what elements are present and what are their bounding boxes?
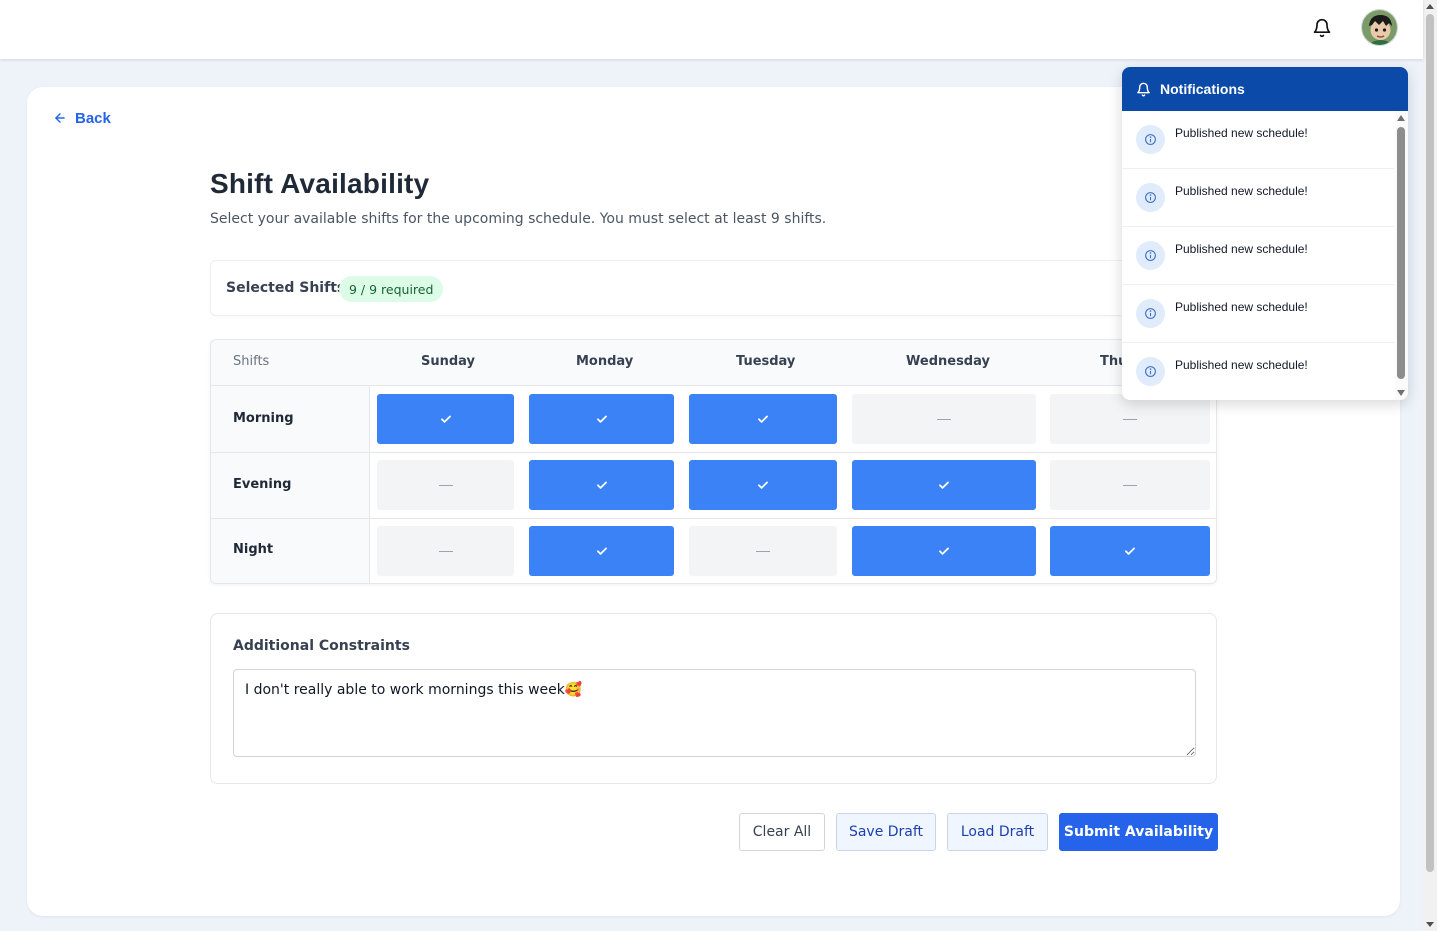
submit-availability-button[interactable]: Submit Availability: [1059, 813, 1218, 851]
day-header-sunday: Sunday: [421, 354, 476, 369]
clear-all-button[interactable]: Clear All: [739, 813, 825, 851]
notifications-scroll-thumb[interactable]: [1397, 127, 1405, 379]
notification-text: Published new schedule!: [1175, 358, 1308, 372]
row-label-night: Night: [211, 519, 370, 583]
notifications-scrollbar[interactable]: [1395, 111, 1408, 400]
selected-shifts-label: Selected Shifts:: [226, 280, 351, 296]
check-icon: [756, 412, 770, 426]
notifications-panel: Notifications Published new schedule! Pu…: [1122, 67, 1408, 400]
notifications-title: Notifications: [1160, 81, 1245, 97]
day-header-monday: Monday: [576, 354, 634, 369]
notification-text: Published new schedule!: [1175, 184, 1308, 198]
dash-icon: [438, 484, 453, 486]
check-icon: [439, 412, 453, 426]
info-icon: [1136, 183, 1165, 212]
shift-cell-evening-tuesday[interactable]: [689, 460, 837, 510]
info-icon: [1136, 299, 1165, 328]
notification-item[interactable]: Published new schedule!: [1122, 285, 1394, 343]
shift-cell-morning-wednesday[interactable]: [852, 394, 1036, 444]
check-icon: [595, 412, 609, 426]
arrow-left-icon: [55, 113, 65, 123]
shift-cell-morning-sunday[interactable]: [377, 394, 514, 444]
row-label-text: Night: [233, 542, 274, 557]
dash-icon: [756, 550, 770, 552]
page-title: Shift Availability: [210, 168, 430, 199]
back-link[interactable]: Back: [53, 108, 111, 128]
page-subtitle: Select your available shifts for the upc…: [210, 211, 827, 227]
selected-shifts-summary: Selected Shifts: 9 / 9 required: [210, 260, 1217, 316]
scroll-up-icon[interactable]: [1426, 4, 1434, 9]
user-avatar[interactable]: [1361, 9, 1398, 46]
notification-text: Published new schedule!: [1175, 300, 1308, 314]
shift-cell-evening-wednesday[interactable]: [852, 460, 1036, 510]
dash-icon: [438, 550, 453, 552]
load-draft-button[interactable]: Load Draft: [947, 813, 1048, 851]
row-label-text: Morning: [233, 411, 294, 426]
bell-icon: [1137, 82, 1150, 96]
bell-icon: [1313, 18, 1331, 38]
row-label-morning: Morning: [211, 386, 370, 452]
notifications-bell-button[interactable]: [1308, 14, 1336, 42]
shift-grid: Shifts Sunday Monday Tuesday Wednesday T…: [210, 339, 1217, 584]
day-header-wednesday: Wednesday: [906, 354, 990, 369]
notifications-header: Notifications: [1122, 67, 1408, 111]
notification-item[interactable]: Published new schedule!: [1122, 227, 1394, 285]
info-icon: [1136, 125, 1165, 154]
row-label-evening: Evening: [211, 453, 370, 518]
shift-cell-morning-thursday[interactable]: [1050, 394, 1210, 444]
day-header-tuesday: Tuesday: [736, 354, 796, 369]
shift-cell-morning-tuesday[interactable]: [689, 394, 837, 444]
check-icon: [756, 478, 770, 492]
row-label-text: Evening: [233, 477, 292, 492]
shift-cell-night-wednesday[interactable]: [852, 526, 1036, 576]
notification-item[interactable]: Published new schedule!: [1122, 343, 1394, 400]
dash-icon: [1123, 484, 1137, 486]
notification-item[interactable]: Published new schedule!: [1122, 111, 1394, 169]
shift-cell-night-thursday[interactable]: [1050, 526, 1210, 576]
dash-icon: [937, 418, 951, 420]
shift-cell-night-sunday[interactable]: [377, 526, 514, 576]
shift-cell-night-monday[interactable]: [529, 526, 674, 576]
page-scrollbar[interactable]: [1423, 0, 1437, 931]
grid-header: Shifts Sunday Monday Tuesday Wednesday T…: [211, 340, 1216, 386]
shift-cell-morning-monday[interactable]: [529, 394, 674, 444]
check-icon: [595, 478, 609, 492]
notification-item[interactable]: Published new schedule!: [1122, 169, 1394, 227]
scroll-down-icon[interactable]: [1426, 922, 1434, 927]
shift-cell-evening-sunday[interactable]: [377, 460, 514, 510]
shifts-column-header: Shifts: [233, 354, 270, 369]
selected-shifts-badge: 9 / 9 required: [339, 276, 444, 302]
avatar-icon: [1362, 10, 1397, 45]
scroll-down-icon[interactable]: [1397, 390, 1405, 396]
save-draft-button[interactable]: Save Draft: [836, 813, 936, 851]
scrollbar-thumb[interactable]: [1426, 14, 1434, 872]
check-icon: [1123, 544, 1137, 558]
top-bar: [0, 0, 1423, 59]
shift-cell-evening-thursday[interactable]: [1050, 460, 1210, 510]
check-icon: [937, 478, 951, 492]
constraints-section: Additional Constraints I don't really ab…: [210, 613, 1217, 784]
check-icon: [937, 544, 951, 558]
scroll-up-icon[interactable]: [1397, 115, 1405, 121]
constraints-label: Additional Constraints: [233, 638, 410, 654]
shift-cell-night-tuesday[interactable]: [689, 526, 837, 576]
notifications-list: Published new schedule! Published new sc…: [1122, 111, 1394, 400]
notification-text: Published new schedule!: [1175, 242, 1308, 256]
check-icon: [595, 544, 609, 558]
dash-icon: [1123, 418, 1137, 420]
constraints-textarea[interactable]: I don't really able to work mornings thi…: [233, 669, 1196, 757]
shift-cell-evening-monday[interactable]: [529, 460, 674, 510]
info-icon: [1136, 241, 1165, 270]
notification-text: Published new schedule!: [1175, 126, 1308, 140]
back-label: Back: [75, 109, 111, 127]
info-icon: [1136, 357, 1165, 386]
